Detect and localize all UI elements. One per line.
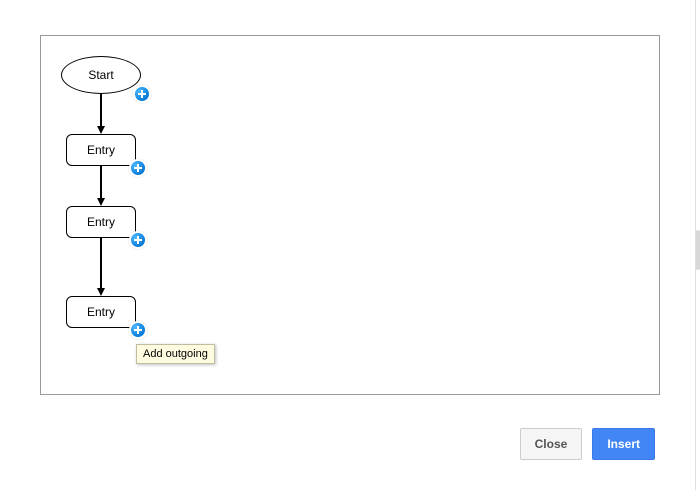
tooltip-text: Add outgoing [143, 348, 208, 360]
connector [100, 166, 102, 198]
entry-node-3-label: Entry [87, 305, 115, 319]
arrowhead-icon [97, 288, 105, 296]
entry-node-2[interactable]: Entry [66, 206, 136, 238]
insert-button[interactable]: Insert [592, 428, 655, 460]
entry-node-3[interactable]: Entry [66, 296, 136, 328]
entry-node-1-label: Entry [87, 143, 115, 157]
tooltip-add-outgoing: Add outgoing [136, 344, 215, 364]
plus-icon[interactable] [133, 85, 151, 103]
entry-node-1[interactable]: Entry [66, 134, 136, 166]
connector [100, 94, 102, 126]
canvas-frame: Start Entry Entry Entry [40, 35, 660, 395]
flowchart-canvas[interactable]: Start Entry Entry Entry [41, 36, 659, 394]
plus-icon[interactable] [129, 321, 147, 339]
arrowhead-icon [97, 126, 105, 134]
plus-icon[interactable] [129, 159, 147, 177]
arrowhead-icon [97, 198, 105, 206]
scroll-handle[interactable] [696, 230, 700, 270]
flowchart-dialog: Start Entry Entry Entry [0, 0, 696, 490]
close-button[interactable]: Close [520, 428, 583, 460]
dialog-footer: Close Insert [520, 428, 655, 460]
start-node[interactable]: Start [61, 56, 141, 94]
connector [100, 238, 102, 288]
plus-icon[interactable] [129, 231, 147, 249]
entry-node-2-label: Entry [87, 215, 115, 229]
start-node-label: Start [88, 68, 113, 82]
